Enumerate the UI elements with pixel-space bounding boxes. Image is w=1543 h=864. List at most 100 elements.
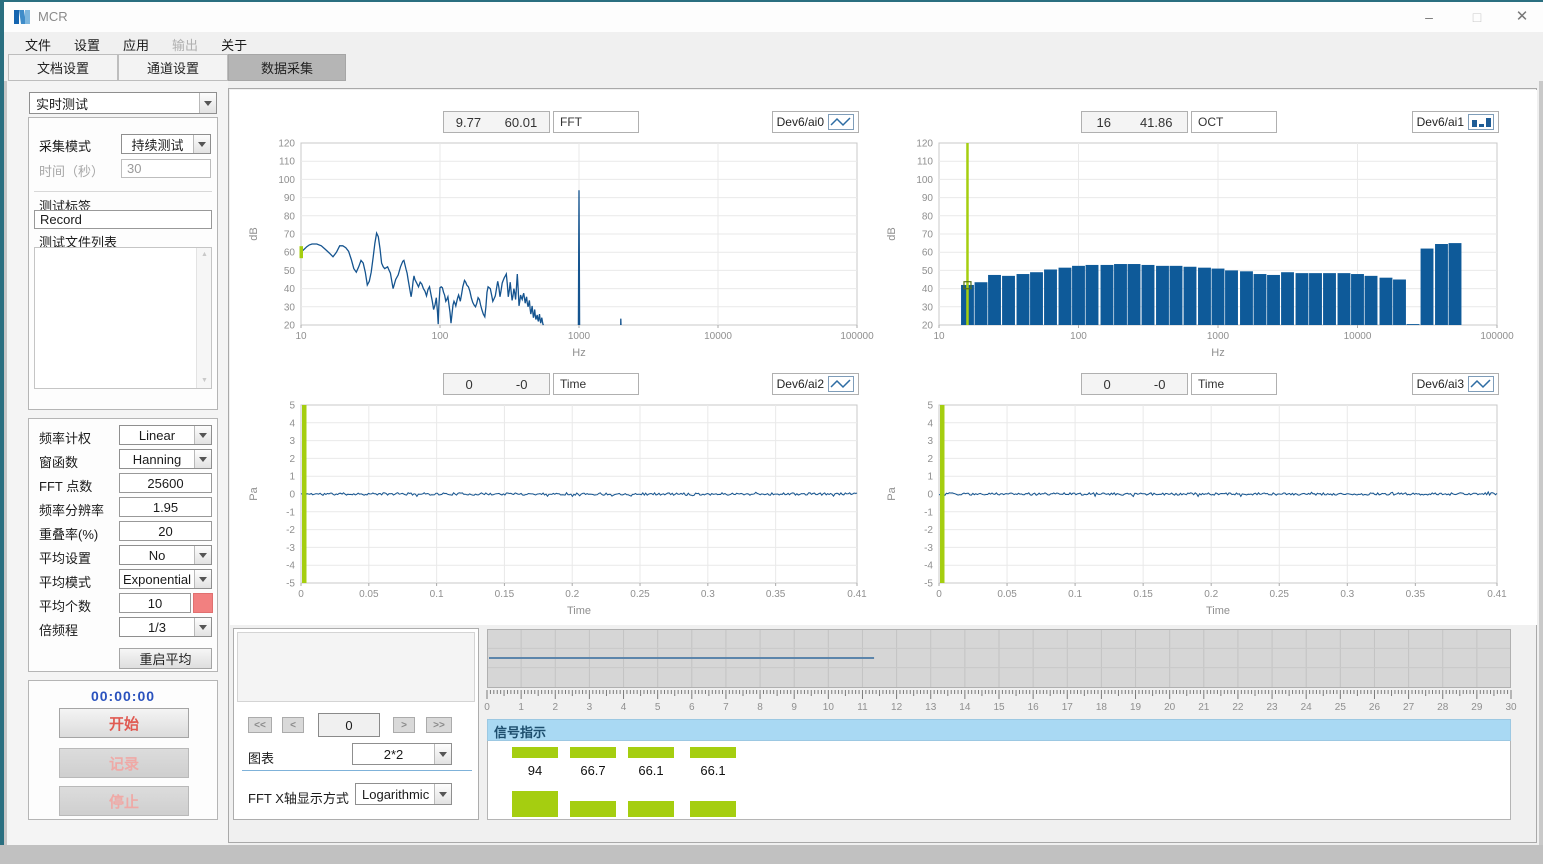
average-mode-select[interactable]: Exponential <box>119 569 212 589</box>
svg-text:0.05: 0.05 <box>359 589 379 600</box>
svg-text:dB: dB <box>248 227 260 240</box>
freq-resolution-input[interactable]: 1.95 <box>119 497 212 517</box>
freq-weighting-value: Linear <box>120 428 194 443</box>
chevron-down-icon[interactable] <box>194 426 211 444</box>
svg-text:10000: 10000 <box>1344 331 1372 342</box>
tab-data-acquisition[interactable]: 数据采集 <box>228 54 346 81</box>
time2-device-label: Dev6/ai3 <box>1417 377 1464 391</box>
signal-channel-1: 94 <box>512 741 558 820</box>
test-tag-input[interactable]: Record <box>34 210 212 229</box>
acq-mode-select[interactable]: 持续测试 <box>121 134 211 154</box>
svg-text:20: 20 <box>922 321 934 332</box>
time2-plot[interactable]: -5-4-3-2-101234500.050.10.150.20.250.30.… <box>879 399 1511 624</box>
chevron-down-icon[interactable] <box>434 784 451 804</box>
average-count-alert-flag <box>193 593 213 613</box>
svg-text:80: 80 <box>922 211 934 222</box>
fft-points-label: FFT 点数 <box>39 476 92 495</box>
svg-text:-3: -3 <box>286 543 295 554</box>
elapsed-timer: 00:00:00 <box>29 688 217 704</box>
octave-value: 1/3 <box>120 620 194 635</box>
chevron-down-icon[interactable] <box>194 546 211 564</box>
signal-meter <box>690 801 736 817</box>
preview-box <box>237 632 475 702</box>
close-button[interactable]: ✕ <box>1505 2 1539 32</box>
signal-level-bar <box>512 747 558 758</box>
svg-text:Pa: Pa <box>248 486 260 500</box>
nav-prev-button[interactable]: < <box>282 717 304 733</box>
chevron-down-icon[interactable] <box>193 135 210 153</box>
svg-text:20: 20 <box>1164 702 1176 713</box>
svg-text:40: 40 <box>922 284 934 295</box>
overlap-percent-label: 重叠率(%) <box>39 524 98 543</box>
record-button[interactable]: 记录 <box>59 748 189 778</box>
chart-layout-select[interactable]: 2*2 <box>352 743 452 765</box>
record-timeline[interactable]: 0123456789101112131415161718192021222324… <box>487 629 1511 714</box>
time1-plot[interactable]: -5-4-3-2-101234500.050.10.150.20.250.30.… <box>241 399 871 624</box>
scroll-up-icon[interactable]: ▲ <box>197 248 212 262</box>
fft-points-input[interactable]: 25600 <box>119 473 212 493</box>
fft-xaxis-label: FFT X轴显示方式 <box>248 788 349 807</box>
svg-text:10: 10 <box>295 331 307 342</box>
svg-text:-4: -4 <box>924 561 933 572</box>
freq-weighting-label: 频率计权 <box>39 428 91 447</box>
window-function-select[interactable]: Hanning <box>119 449 212 469</box>
freq-weighting-select[interactable]: Linear <box>119 425 212 445</box>
nav-last-button[interactable]: >> <box>426 717 452 733</box>
svg-text:100: 100 <box>432 331 449 342</box>
chevron-down-icon[interactable] <box>194 570 211 588</box>
signal-meter <box>570 801 616 817</box>
tab-channel-settings[interactable]: 通道设置 <box>118 54 228 81</box>
chevron-down-icon[interactable] <box>194 450 211 468</box>
time-input[interactable]: 30 <box>121 159 211 178</box>
test-file-list[interactable]: ▲ ▼ <box>34 247 212 389</box>
svg-text:0.1: 0.1 <box>430 589 444 600</box>
svg-text:23: 23 <box>1267 702 1279 713</box>
time1-device-select[interactable]: Dev6/ai2 <box>772 373 859 395</box>
nav-index-input[interactable]: 0 <box>318 713 380 737</box>
divider <box>34 191 212 192</box>
signal-level-bar <box>628 747 674 758</box>
time-label: 时间（秒） <box>39 161 104 180</box>
stop-button[interactable]: 停止 <box>59 786 189 816</box>
overlap-percent-input[interactable]: 20 <box>119 521 212 541</box>
svg-text:13: 13 <box>925 702 937 713</box>
tab-doc-settings[interactable]: 文档设置 <box>8 54 118 81</box>
nav-first-button[interactable]: << <box>248 717 272 733</box>
chevron-down-icon[interactable] <box>434 744 451 764</box>
oct-plot[interactable]: 2030405060708090100110120101001000100001… <box>879 137 1511 366</box>
nav-next-button[interactable]: > <box>393 717 415 733</box>
svg-text:11: 11 <box>857 702 868 713</box>
svg-text:0.05: 0.05 <box>997 589 1017 600</box>
fft-plot[interactable]: 2030405060708090100110120101001000100001… <box>241 137 871 366</box>
signal-channel-2: 66.7 <box>570 741 616 820</box>
svg-text:0.1: 0.1 <box>1068 589 1082 600</box>
start-button[interactable]: 开始 <box>59 708 189 738</box>
fft-xaxis-select[interactable]: Logarithmic <box>355 783 452 805</box>
svg-text:Hz: Hz <box>572 347 585 359</box>
test-mode-select[interactable]: 实时测试 <box>29 92 217 114</box>
time1-chart-panel: 0 -0 Time Dev6/ai2 -5-4-3-2-101234500.05… <box>241 369 871 623</box>
average-setting-select[interactable]: No <box>119 545 212 565</box>
title-bar: MCR – □ ✕ <box>0 2 1543 32</box>
chevron-down-icon[interactable] <box>194 618 211 636</box>
time1-cursor-x: 0 <box>466 377 473 392</box>
svg-text:3: 3 <box>289 436 295 447</box>
svg-text:1: 1 <box>927 472 933 483</box>
app-window: MCR – □ ✕ 文件设置应用输出关于 文档设置通道设置数据采集 实时测试 采… <box>0 0 1543 864</box>
minimize-button[interactable]: – <box>1412 2 1446 32</box>
restart-average-button[interactable]: 重启平均 <box>119 648 212 669</box>
octave-select[interactable]: 1/3 <box>119 617 212 637</box>
time2-device-select[interactable]: Dev6/ai3 <box>1412 373 1499 395</box>
chevron-down-icon[interactable] <box>199 93 216 113</box>
chevron-glyph <box>199 433 207 438</box>
svg-text:21: 21 <box>1198 702 1210 713</box>
svg-text:2: 2 <box>927 454 933 465</box>
oct-device-select[interactable]: Dev6/ai1 <box>1412 111 1499 133</box>
average-count-input[interactable]: 10 <box>119 593 191 613</box>
signal-level-value: 66.1 <box>628 763 674 778</box>
maximize-button[interactable]: □ <box>1460 2 1494 32</box>
fft-device-select[interactable]: Dev6/ai0 <box>772 111 859 133</box>
scroll-down-icon[interactable]: ▼ <box>197 374 212 388</box>
svg-text:28: 28 <box>1437 702 1449 713</box>
scrollbar[interactable]: ▲ ▼ <box>196 248 211 388</box>
